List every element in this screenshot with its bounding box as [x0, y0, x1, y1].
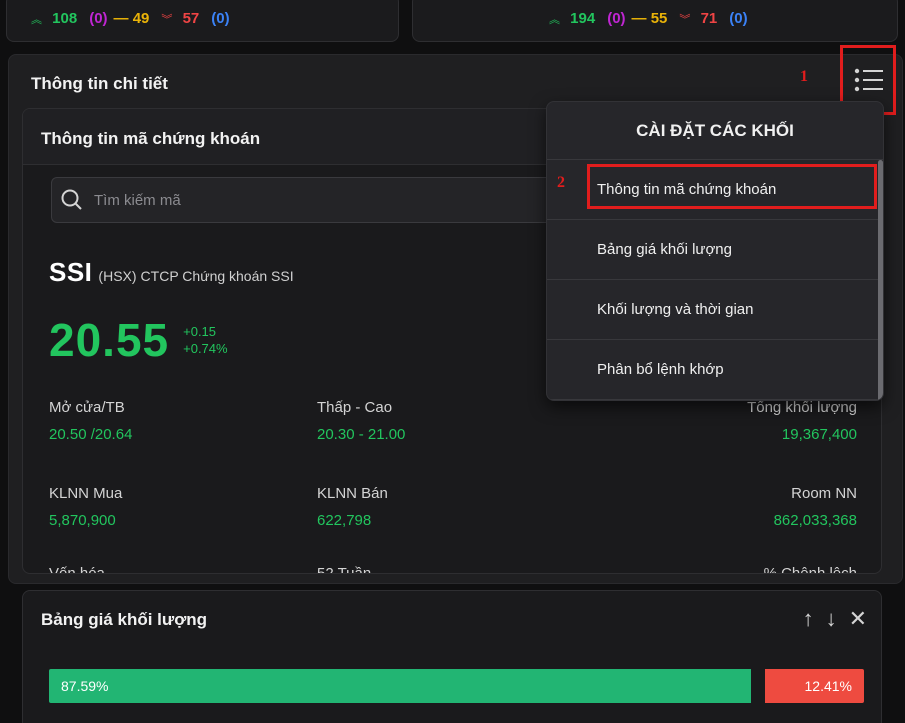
- decline-indicator: ︾ 71: [679, 10, 723, 27]
- sell-ratio-segment: 12.41%: [765, 669, 864, 703]
- unchanged-count: 55: [650, 9, 668, 27]
- dropdown-item-volume-time[interactable]: Khối lượng và thời gian: [547, 280, 883, 340]
- stat-value: 19,367,400: [781, 426, 857, 443]
- close-icon[interactable]: ✕: [849, 606, 867, 632]
- index-summary-card-left: ︽ 108 (0) — 49 ︾ 57 (0): [6, 0, 399, 42]
- dropdown-item-volume-board[interactable]: Bảng giá khối lượng: [547, 220, 883, 280]
- page: ︽ 108 (0) — 49 ︾ 57 (0) ︽ 194 (0) — 55 ︾…: [0, 0, 905, 723]
- search-icon: [61, 189, 82, 210]
- buy-ratio-label: 87.59%: [61, 678, 109, 694]
- ceiling-count: (0): [89, 9, 108, 27]
- stat-label: 52 Tuần: [317, 565, 372, 574]
- buy-sell-ratio-bar: 87.59% 12.41%: [49, 669, 864, 703]
- step-marker-1: 1: [800, 68, 808, 85]
- price-change-percent: +0.74%: [183, 341, 228, 356]
- double-chevron-down-icon: ︾: [679, 13, 691, 26]
- stat-value: 862,033,368: [773, 512, 857, 529]
- price-change-value: +0.15: [183, 324, 217, 339]
- highlight-frame-stock-info: [587, 164, 877, 209]
- price-row: 20.55 +0.15 +0.74%: [49, 313, 228, 367]
- stat-label: % Chênh lệch: [763, 565, 857, 574]
- stat-label: Thấp - Cao: [317, 399, 393, 416]
- price-change: +0.15 +0.74%: [183, 323, 227, 357]
- double-chevron-up-icon: ︽: [31, 13, 42, 26]
- stat-label: Room NN: [791, 485, 857, 502]
- stat-label: Vốn hóa: [49, 565, 105, 574]
- stat-foreign-buy: KLNN Mua 5,870,900: [49, 485, 122, 529]
- list-menu-icon: [854, 68, 883, 92]
- advance-count: 108: [52, 9, 78, 27]
- decline-count: 57: [182, 9, 200, 27]
- floor-count: (0): [729, 9, 748, 27]
- stat-percent-difference: % Chênh lệch: [763, 565, 857, 574]
- last-price: 20.55: [49, 314, 170, 366]
- buy-ratio-segment: 87.59%: [49, 669, 751, 703]
- stat-52-week: 52 Tuần: [317, 565, 372, 574]
- stock-symbol: SSI: [49, 257, 93, 287]
- dropdown-title: CÀI ĐẶT CÁC KHỐI: [547, 102, 883, 160]
- move-down-arrow-icon[interactable]: ↓: [826, 606, 837, 632]
- unchanged-count: 49: [132, 9, 150, 27]
- company-name: CTCP Chứng khoán SSI: [140, 268, 294, 284]
- stat-market-cap: Vốn hóa: [49, 565, 105, 574]
- stat-label: KLNN Bán: [317, 485, 388, 502]
- symbol-row: SSI (HSX) CTCP Chứng khoán SSI: [49, 257, 294, 288]
- sell-ratio-label: 12.41%: [804, 678, 852, 694]
- stat-label: Mở cửa/TB: [49, 399, 125, 416]
- volume-board-title: Bảng giá khối lượng: [41, 610, 208, 629]
- dropdown-scrollbar[interactable]: [878, 160, 883, 400]
- exchange-label: (HSX): [98, 268, 137, 284]
- stat-foreign-sell: KLNN Bán 622,798: [317, 485, 388, 529]
- double-chevron-up-icon: ︽: [549, 13, 560, 26]
- volume-board-actions: ↑ ↓ ✕: [803, 606, 867, 632]
- advance-indicator: ︽ 108: [31, 10, 83, 27]
- block-settings-dropdown: CÀI ĐẶT CÁC KHỐI Thông tin mã chứng khoá…: [546, 101, 884, 401]
- ceiling-count: (0): [607, 9, 626, 27]
- stat-label: Tổng khối lượng: [747, 399, 857, 416]
- stat-label: KLNN Mua: [49, 485, 123, 502]
- stat-foreign-room: Room NN 862,033,368: [774, 485, 857, 529]
- decline-indicator: ︾ 57: [161, 10, 205, 27]
- panel-title: Thông tin chi tiết: [31, 74, 168, 93]
- stat-value: 622,798: [317, 512, 372, 529]
- unchanged-indicator: — 55: [631, 9, 668, 27]
- volume-board-card: Bảng giá khối lượng ↑ ↓ ✕ 87.59% 12.41%: [22, 590, 882, 723]
- decline-count: 71: [700, 9, 718, 27]
- stat-open-avg: Mở cửa/TB 20.50 /20.64: [49, 399, 132, 443]
- step-marker-2: 2: [557, 174, 565, 191]
- advance-count: 194: [570, 9, 596, 27]
- stat-total-volume: Tổng khối lượng 19,367,400: [747, 399, 857, 443]
- stat-value: 20.30 - 21.00: [317, 426, 406, 443]
- stat-value: 20.50 /20.64: [49, 426, 133, 443]
- block-settings-menu-button[interactable]: [852, 63, 886, 97]
- unchanged-indicator: — 49: [113, 9, 150, 27]
- symbol-search-input[interactable]: [94, 191, 554, 209]
- symbol-search-box[interactable]: [51, 177, 611, 223]
- floor-count: (0): [211, 9, 230, 27]
- dropdown-item-matched-distribution[interactable]: Phân bổ lệnh khớp: [547, 340, 883, 400]
- stat-low-high: Thấp - Cao 20.30 - 21.00: [317, 399, 405, 443]
- index-summary-card-right: ︽ 194 (0) — 55 ︾ 71 (0): [412, 0, 898, 42]
- advance-indicator: ︽ 194: [549, 10, 601, 27]
- double-chevron-down-icon: ︾: [161, 13, 173, 26]
- stat-value: 5,870,900: [49, 512, 116, 529]
- move-up-arrow-icon[interactable]: ↑: [803, 606, 814, 632]
